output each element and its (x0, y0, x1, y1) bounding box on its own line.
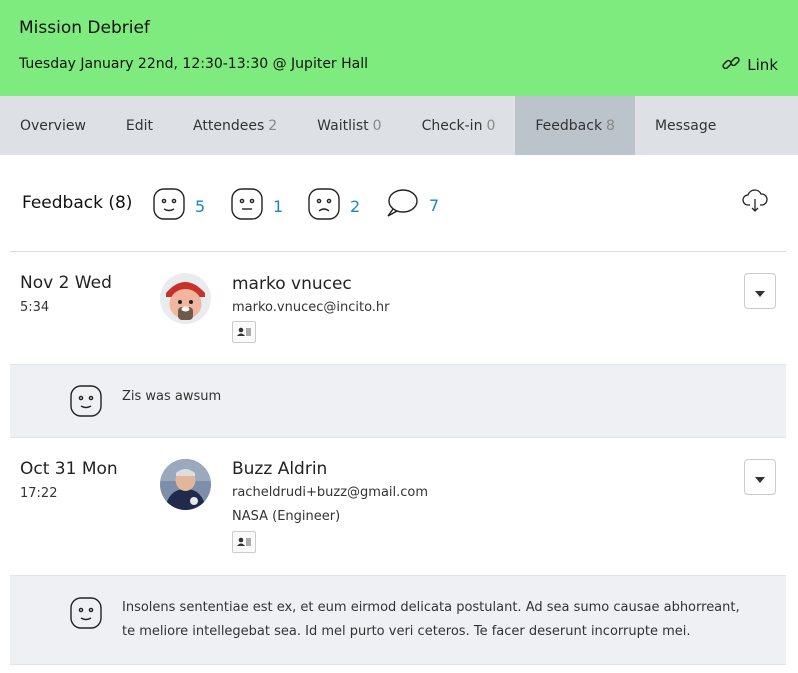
comment-line: Insolens sententiae est ex, et eum eirmo… (122, 600, 740, 615)
caret-down-icon (755, 282, 765, 301)
happy-count: 5 (195, 196, 206, 216)
caret-down-icon (755, 468, 765, 487)
tab-edit[interactable]: Edit (106, 96, 173, 155)
feedback-comment: Insolens sententiae est ex, et eum eirmo… (10, 575, 786, 665)
neutral-count: 1 (273, 196, 284, 216)
contact-card-icon[interactable] (232, 321, 256, 343)
feedback-entry: Oct 31 Mon 17:22 Buzz Aldrin racheldrudi… (10, 438, 786, 575)
avatar (160, 273, 211, 324)
happy-filter[interactable]: 5 (153, 188, 205, 224)
comment-text: Insolens sententiae est ex, et eum eirmo… (122, 596, 740, 644)
neutral-face-icon (231, 188, 263, 224)
tab-feedback[interactable]: Feedback 8 (515, 96, 635, 155)
sad-filter[interactable]: 2 (308, 188, 360, 224)
link-button[interactable]: Link (721, 53, 778, 77)
feedback-entry: Nov 2 Wed 5:34 marko vnucec marko.vnucec… (10, 252, 786, 364)
happy-face-icon (70, 385, 102, 421)
entry-options-dropdown[interactable] (744, 459, 776, 495)
feedback-summary: Feedback (8) 5 1 2 7 (10, 155, 786, 252)
feedback-comment: Zis was awsum (10, 364, 786, 438)
attendee-email: marko.vnucec@incito.hr (232, 300, 390, 315)
contact-card-icon[interactable] (232, 531, 256, 553)
tab-message[interactable]: Message (635, 96, 736, 155)
entry-options-dropdown[interactable] (744, 273, 776, 309)
feedback-title: Feedback (8) (22, 193, 133, 213)
event-header: Mission Debrief Tuesday January 22nd, 12… (0, 0, 798, 96)
sad-face-icon (308, 188, 340, 224)
attendee-name: marko vnucec (232, 274, 352, 294)
comments-count: 7 (429, 195, 440, 215)
tab-attendees[interactable]: Attendees 2 (173, 96, 297, 155)
comments-filter[interactable]: 7 (385, 188, 439, 222)
comment-line: te meliore intellegebat sea. Id mel purt… (122, 624, 691, 639)
sad-count: 2 (350, 196, 361, 216)
entry-time: 5:34 (20, 300, 50, 315)
attendee-organization: NASA (Engineer) (232, 509, 341, 524)
event-subtitle: Tuesday January 22nd, 12:30-13:30 @ Jupi… (19, 56, 369, 72)
event-title: Mission Debrief (19, 18, 150, 38)
happy-face-icon (153, 188, 185, 224)
speech-bubble-icon (385, 188, 419, 222)
tab-count: 2 (268, 117, 278, 134)
happy-face-icon (70, 597, 102, 633)
entry-date: Oct 31 Mon (20, 459, 118, 479)
link-label: Link (747, 56, 778, 74)
neutral-filter[interactable]: 1 (231, 188, 283, 224)
tab-bar: Overview Edit Attendees 2 Waitlist 0 Check… (0, 96, 798, 155)
attendee-name: Buzz Aldrin (232, 459, 328, 479)
link-icon (721, 53, 741, 77)
tab-waitlist[interactable]: Waitlist 0 (297, 96, 401, 155)
avatar (160, 459, 211, 510)
tab-overview[interactable]: Overview (0, 96, 106, 155)
comment-text: Zis was awsum (122, 389, 222, 404)
cloud-download-icon[interactable] (742, 189, 768, 217)
entry-date: Nov 2 Wed (20, 273, 112, 293)
tab-check-in[interactable]: Check-in 0 (402, 96, 516, 155)
tab-count: 0 (486, 117, 496, 134)
tab-count: 0 (372, 117, 382, 134)
attendee-email: racheldrudi+buzz@gmail.com (232, 485, 429, 500)
tab-count: 8 (606, 117, 615, 134)
entry-time: 17:22 (20, 486, 58, 501)
